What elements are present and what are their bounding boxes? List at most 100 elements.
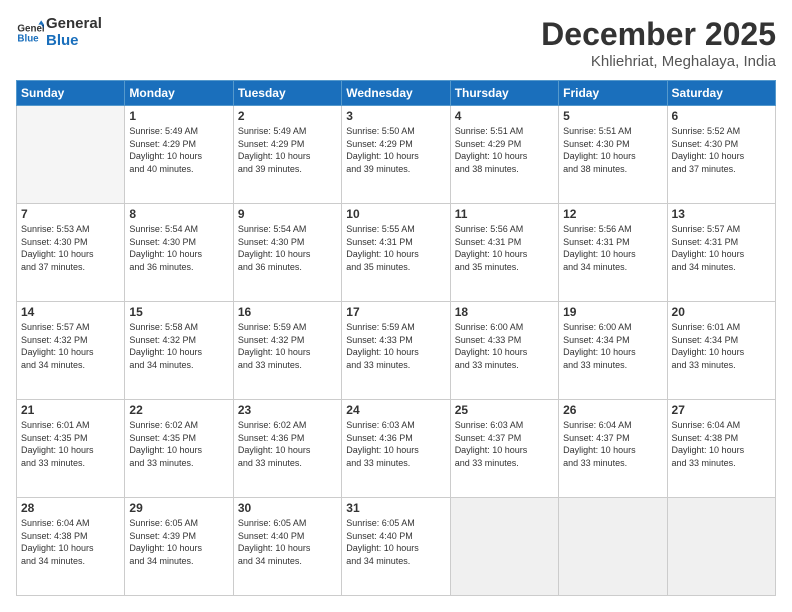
day-number: 9 <box>238 207 337 221</box>
day-number: 8 <box>129 207 228 221</box>
day-info: Sunrise: 5:51 AMSunset: 4:29 PMDaylight:… <box>455 125 554 175</box>
day-info: Sunrise: 6:04 AMSunset: 4:38 PMDaylight:… <box>672 419 771 469</box>
day-info: Sunrise: 5:50 AMSunset: 4:29 PMDaylight:… <box>346 125 445 175</box>
day-info: Sunrise: 6:05 AMSunset: 4:39 PMDaylight:… <box>129 517 228 567</box>
table-row: 1Sunrise: 5:49 AMSunset: 4:29 PMDaylight… <box>125 106 233 204</box>
calendar-week-row: 28Sunrise: 6:04 AMSunset: 4:38 PMDayligh… <box>17 498 776 596</box>
table-row: 13 Sunrise: 5:57 AMSunset: 4:31 PMDayligh… <box>667 204 775 302</box>
table-row: 9 Sunrise: 5:54 AMSunset: 4:30 PMDaylight… <box>233 204 341 302</box>
day-number: 11 <box>455 207 554 221</box>
table-row: 26 Sunrise: 6:04 AMSunset: 4:37 PMDayligh… <box>559 400 667 498</box>
day-number: 25 <box>455 403 554 417</box>
table-row: 31 Sunrise: 6:05 AMSunset: 4:40 PMDayligh… <box>342 498 450 596</box>
calendar-week-row: 1Sunrise: 5:49 AMSunset: 4:29 PMDaylight… <box>17 106 776 204</box>
logo-text-general: General <box>46 16 102 33</box>
day-info: Sunrise: 5:57 AMSunset: 4:31 PMDaylight:… <box>672 223 771 273</box>
table-row: 12 Sunrise: 5:56 AMSunset: 4:31 PMDayligh… <box>559 204 667 302</box>
table-row: 20 Sunrise: 6:01 AMSunset: 4:34 PMDayligh… <box>667 302 775 400</box>
logo-icon: General Blue <box>16 19 44 47</box>
day-info: Sunrise: 5:59 AMSunset: 4:33 PMDaylight:… <box>346 321 445 371</box>
day-number: 4 <box>455 109 554 123</box>
table-row: 23 Sunrise: 6:02 AMSunset: 4:36 PMDayligh… <box>233 400 341 498</box>
day-number: 6 <box>672 109 771 123</box>
table-row: 25 Sunrise: 6:03 AMSunset: 4:37 PMDayligh… <box>450 400 558 498</box>
table-row: 4 Sunrise: 5:51 AMSunset: 4:29 PMDaylight… <box>450 106 558 204</box>
table-row: 22 Sunrise: 6:02 AMSunset: 4:35 PMDayligh… <box>125 400 233 498</box>
day-info: Sunrise: 5:55 AMSunset: 4:31 PMDaylight:… <box>346 223 445 273</box>
table-row: 24 Sunrise: 6:03 AMSunset: 4:36 PMDayligh… <box>342 400 450 498</box>
day-info: Sunrise: 6:04 AMSunset: 4:38 PMDaylight:… <box>21 517 120 567</box>
day-number: 13 <box>672 207 771 221</box>
day-number: 29 <box>129 501 228 515</box>
table-row: 30 Sunrise: 6:05 AMSunset: 4:40 PMDayligh… <box>233 498 341 596</box>
header: General Blue General Blue December 2025 … <box>16 16 776 70</box>
day-info: Sunrise: 6:00 AMSunset: 4:34 PMDaylight:… <box>563 321 662 371</box>
col-tuesday: Tuesday <box>233 81 341 106</box>
day-info: Sunrise: 5:59 AMSunset: 4:32 PMDaylight:… <box>238 321 337 371</box>
day-info: Sunrise: 6:01 AMSunset: 4:34 PMDaylight:… <box>672 321 771 371</box>
table-row <box>559 498 667 596</box>
day-info: Sunrise: 5:54 AMSunset: 4:30 PMDaylight:… <box>238 223 337 273</box>
day-info: Sunrise: 6:04 AMSunset: 4:37 PMDaylight:… <box>563 419 662 469</box>
day-number: 15 <box>129 305 228 319</box>
day-number: 7 <box>21 207 120 221</box>
calendar-week-row: 7Sunrise: 5:53 AMSunset: 4:30 PMDaylight… <box>17 204 776 302</box>
day-number: 20 <box>672 305 771 319</box>
calendar-header-row: Sunday Monday Tuesday Wednesday Thursday… <box>17 81 776 106</box>
table-row: 29 Sunrise: 6:05 AMSunset: 4:39 PMDayligh… <box>125 498 233 596</box>
day-number: 12 <box>563 207 662 221</box>
day-info: Sunrise: 5:56 AMSunset: 4:31 PMDaylight:… <box>455 223 554 273</box>
day-info: Sunrise: 6:01 AMSunset: 4:35 PMDaylight:… <box>21 419 120 469</box>
day-info: Sunrise: 5:56 AMSunset: 4:31 PMDaylight:… <box>563 223 662 273</box>
calendar-table: Sunday Monday Tuesday Wednesday Thursday… <box>16 80 776 596</box>
day-number: 23 <box>238 403 337 417</box>
logo-text-blue: Blue <box>46 33 102 50</box>
title-section: December 2025 Khliehriat, Meghalaya, Ind… <box>541 16 776 70</box>
day-info: Sunrise: 6:03 AMSunset: 4:37 PMDaylight:… <box>455 419 554 469</box>
col-friday: Friday <box>559 81 667 106</box>
table-row: 5Sunrise: 5:51 AMSunset: 4:30 PMDaylight… <box>559 106 667 204</box>
day-number: 27 <box>672 403 771 417</box>
table-row <box>450 498 558 596</box>
logo: General Blue General Blue <box>16 16 102 49</box>
day-info: Sunrise: 6:05 AMSunset: 4:40 PMDaylight:… <box>346 517 445 567</box>
day-info: Sunrise: 5:52 AMSunset: 4:30 PMDaylight:… <box>672 125 771 175</box>
table-row: 17Sunrise: 5:59 AMSunset: 4:33 PMDayligh… <box>342 302 450 400</box>
day-number: 2 <box>238 109 337 123</box>
page: General Blue General Blue December 2025 … <box>0 0 792 612</box>
table-row: 10 Sunrise: 5:55 AMSunset: 4:31 PMDayligh… <box>342 204 450 302</box>
day-info: Sunrise: 6:03 AMSunset: 4:36 PMDaylight:… <box>346 419 445 469</box>
day-number: 10 <box>346 207 445 221</box>
col-thursday: Thursday <box>450 81 558 106</box>
day-number: 26 <box>563 403 662 417</box>
day-number: 19 <box>563 305 662 319</box>
day-number: 21 <box>21 403 120 417</box>
day-number: 16 <box>238 305 337 319</box>
day-info: Sunrise: 6:02 AMSunset: 4:36 PMDaylight:… <box>238 419 337 469</box>
day-number: 30 <box>238 501 337 515</box>
col-sunday: Sunday <box>17 81 125 106</box>
day-info: Sunrise: 5:54 AMSunset: 4:30 PMDaylight:… <box>129 223 228 273</box>
table-row: 3Sunrise: 5:50 AMSunset: 4:29 PMDaylight… <box>342 106 450 204</box>
table-row: 6 Sunrise: 5:52 AMSunset: 4:30 PMDaylight… <box>667 106 775 204</box>
day-number: 22 <box>129 403 228 417</box>
day-number: 31 <box>346 501 445 515</box>
day-info: Sunrise: 5:58 AMSunset: 4:32 PMDaylight:… <box>129 321 228 371</box>
calendar-week-row: 21 Sunrise: 6:01 AMSunset: 4:35 PMDayligh… <box>17 400 776 498</box>
day-number: 24 <box>346 403 445 417</box>
month-title: December 2025 <box>541 16 776 53</box>
table-row: 18Sunrise: 6:00 AMSunset: 4:33 PMDayligh… <box>450 302 558 400</box>
day-number: 1 <box>129 109 228 123</box>
table-row: 2Sunrise: 5:49 AMSunset: 4:29 PMDaylight… <box>233 106 341 204</box>
day-info: Sunrise: 6:02 AMSunset: 4:35 PMDaylight:… <box>129 419 228 469</box>
table-row: 28Sunrise: 6:04 AMSunset: 4:38 PMDayligh… <box>17 498 125 596</box>
table-row: 15 Sunrise: 5:58 AMSunset: 4:32 PMDayligh… <box>125 302 233 400</box>
svg-text:Blue: Blue <box>17 33 39 44</box>
table-row: 8 Sunrise: 5:54 AMSunset: 4:30 PMDaylight… <box>125 204 233 302</box>
day-info: Sunrise: 6:00 AMSunset: 4:33 PMDaylight:… <box>455 321 554 371</box>
day-info: Sunrise: 6:05 AMSunset: 4:40 PMDaylight:… <box>238 517 337 567</box>
col-monday: Monday <box>125 81 233 106</box>
table-row: 16 Sunrise: 5:59 AMSunset: 4:32 PMDayligh… <box>233 302 341 400</box>
table-row <box>667 498 775 596</box>
table-row: 14Sunrise: 5:57 AMSunset: 4:32 PMDayligh… <box>17 302 125 400</box>
